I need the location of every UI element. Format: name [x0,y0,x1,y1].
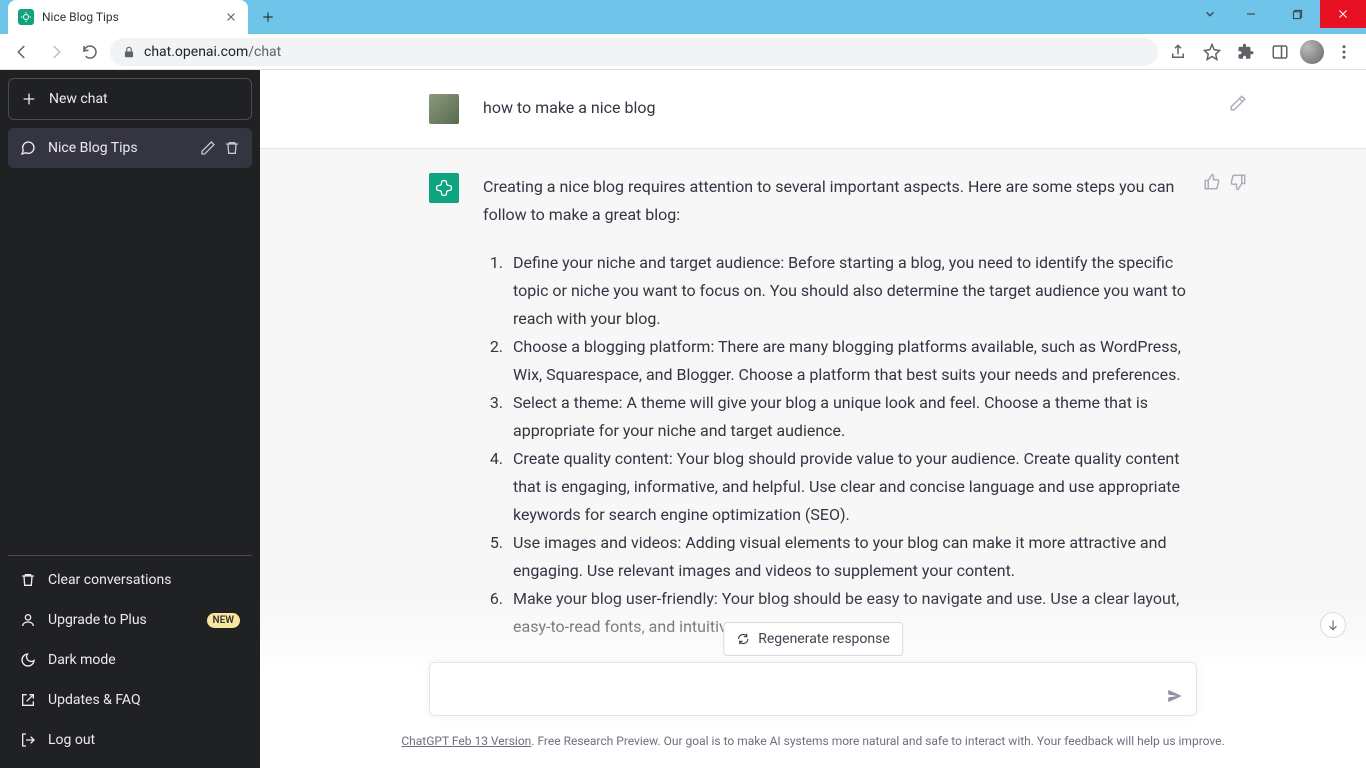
conversation-title: Nice Blog Tips [48,140,188,156]
user-message: how to make a nice blog [260,70,1366,149]
user-icon [20,612,36,628]
browser-tab[interactable]: Nice Blog Tips [8,0,248,34]
version-link[interactable]: ChatGPT Feb 13 Version [401,734,531,748]
menu-button[interactable] [1330,38,1358,66]
lock-icon [122,45,136,59]
browser-toolbar: chat.openai.com/chat [0,34,1366,70]
footer-text: . Free Research Preview. Our goal is to … [531,734,1224,748]
assistant-intro: Creating a nice blog requires attention … [483,173,1197,229]
bookmark-button[interactable] [1198,38,1226,66]
edit-conversation-icon[interactable] [200,140,216,156]
back-button[interactable] [8,38,36,66]
window-minimize-button[interactable] [1228,0,1274,28]
sidebar: New chat Nice Blog Tips Clear conversati… [0,70,260,768]
tab-search-button[interactable] [1192,0,1228,28]
regenerate-label: Regenerate response [758,631,890,647]
external-link-icon [20,692,36,708]
list-item: Create quality content: Your blog should… [507,445,1197,529]
updates-faq-button[interactable]: Updates & FAQ [8,680,252,720]
chat-main: how to make a nice blog Creating a nice … [260,70,1366,768]
conversation-item[interactable]: Nice Blog Tips [8,128,252,168]
share-button[interactable] [1164,38,1192,66]
message-input[interactable] [446,675,1148,699]
send-button[interactable] [1166,687,1184,705]
new-tab-button[interactable] [254,3,282,31]
forward-button[interactable] [42,38,70,66]
clear-label: Clear conversations [48,572,171,588]
footer-note: ChatGPT Feb 13 Version. Free Research Pr… [315,734,1310,748]
message-input-container[interactable] [429,662,1197,716]
updates-label: Updates & FAQ [48,692,141,708]
extensions-button[interactable] [1232,38,1260,66]
reload-button[interactable] [76,38,104,66]
address-bar[interactable]: chat.openai.com/chat [110,38,1158,66]
dark-mode-label: Dark mode [48,652,116,668]
window-maximize-button[interactable] [1274,0,1320,28]
new-chat-label: New chat [49,91,108,107]
delete-conversation-icon[interactable] [224,140,240,156]
chat-icon [20,140,36,156]
url-text: chat.openai.com/chat [144,44,281,60]
upgrade-label: Upgrade to Plus [48,612,147,628]
logout-button[interactable]: Log out [8,720,252,760]
new-chat-button[interactable]: New chat [8,78,252,120]
clear-conversations-button[interactable]: Clear conversations [8,560,252,600]
user-avatar [429,94,459,124]
edit-message-icon[interactable] [1229,94,1247,112]
user-message-text: how to make a nice blog [483,94,1197,124]
assistant-message: Creating a nice blog requires attention … [260,149,1366,665]
openai-favicon [18,9,34,25]
assistant-message-content: Creating a nice blog requires attention … [483,173,1197,641]
list-item: Use images and videos: Adding visual ele… [507,529,1197,585]
list-item: Select a theme: A theme will give your b… [507,389,1197,445]
tab-close-icon[interactable] [224,10,238,24]
window-titlebar: Nice Blog Tips [0,0,1366,34]
tab-title: Nice Blog Tips [42,10,216,24]
list-item: Choose a blogging platform: There are ma… [507,333,1197,389]
upgrade-button[interactable]: Upgrade to Plus NEW [8,600,252,640]
new-badge: NEW [207,613,241,628]
trash-icon [20,572,36,588]
logout-icon [20,732,36,748]
logout-label: Log out [48,732,95,748]
thumbs-down-icon[interactable] [1229,173,1247,191]
moon-icon [20,652,36,668]
regenerate-button[interactable]: Regenerate response [723,622,903,656]
scroll-down-button[interactable] [1320,612,1346,638]
profile-avatar[interactable] [1300,40,1324,64]
assistant-avatar [429,173,459,203]
list-item: Define your niche and target audience: B… [507,249,1197,333]
dark-mode-button[interactable]: Dark mode [8,640,252,680]
sidepanel-button[interactable] [1266,38,1294,66]
window-close-button[interactable] [1320,0,1366,28]
refresh-icon [736,632,750,646]
thumbs-up-icon[interactable] [1203,173,1221,191]
assistant-steps-list: Define your niche and target audience: B… [483,249,1197,641]
